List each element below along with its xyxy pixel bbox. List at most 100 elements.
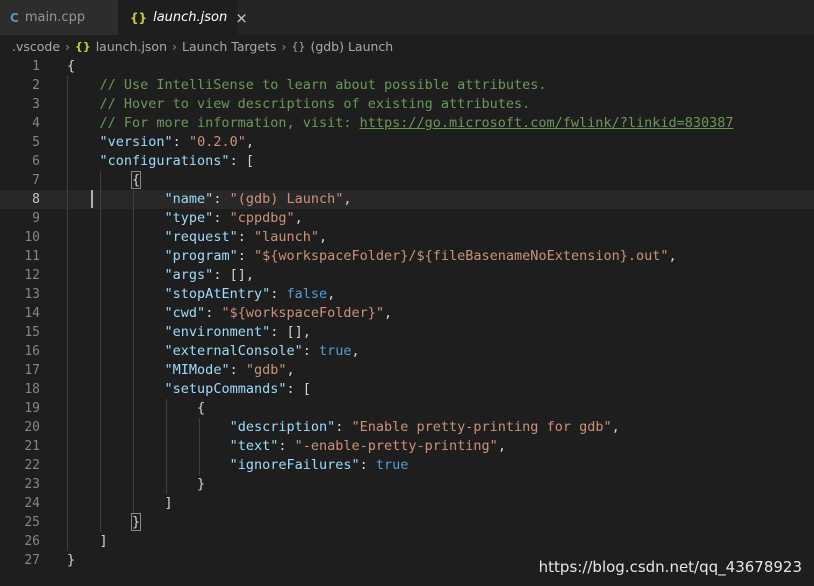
string-value: "gdb": [245, 362, 287, 378]
line-number: 6: [32, 154, 40, 169]
punctuation: :: [237, 248, 254, 264]
json-key: "version": [99, 134, 173, 150]
code-line[interactable]: 25 }: [0, 513, 814, 532]
boolean-value: true: [375, 457, 409, 473]
code-line[interactable]: 6 "configurations": [: [0, 152, 814, 171]
punctuation: [67, 191, 165, 207]
code-line[interactable]: 1{: [0, 57, 814, 76]
code-text: ]: [67, 532, 108, 551]
code-line[interactable]: 5 "version": "0.2.0",: [0, 133, 814, 152]
line-number: 7: [32, 173, 40, 188]
code-line[interactable]: 2 // Use IntelliSense to learn about pos…: [0, 76, 814, 95]
code-line[interactable]: 7 {: [0, 171, 814, 190]
code-line[interactable]: 13 "stopAtEntry": false,: [0, 285, 814, 304]
code-line[interactable]: 18 "setupCommands": [: [0, 380, 814, 399]
code-text: // For more information, visit: https://…: [67, 114, 734, 133]
code-line[interactable]: 14 "cwd": "${workspaceFolder}",: [0, 304, 814, 323]
code-text: "description": "Enable pretty-printing f…: [67, 418, 620, 437]
json-key: "text": [229, 438, 279, 454]
json-key: "externalConsole": [164, 343, 303, 359]
link[interactable]: https://go.microsoft.com/fwlink/?linkid=…: [360, 115, 734, 131]
code-text: "version": "0.2.0",: [67, 133, 254, 152]
punctuation: :: [359, 457, 376, 473]
indent-guide: [166, 399, 167, 494]
code-line[interactable]: 3 // Hover to view descriptions of exist…: [0, 95, 814, 114]
string-value: "${workspaceFolder}": [221, 305, 385, 321]
line-number: 2: [32, 78, 40, 93]
json-key: "environment": [164, 324, 271, 340]
code-line[interactable]: 17 "MIMode": "gdb",: [0, 361, 814, 380]
code-line[interactable]: 22 "ignoreFailures": true: [0, 456, 814, 475]
breadcrumb-file[interactable]: launch.json: [96, 39, 167, 54]
text-cursor: [91, 190, 93, 208]
indent-guide: [67, 76, 68, 551]
breadcrumb-section[interactable]: Launch Targets: [182, 39, 276, 54]
string-value: "launch": [253, 229, 319, 245]
json-key: "stopAtEntry": [164, 286, 271, 302]
code-text: "stopAtEntry": false,: [67, 285, 336, 304]
code-text: {: [67, 171, 142, 190]
punctuation: [67, 457, 230, 473]
punctuation: [67, 267, 165, 283]
boolean-value: true: [318, 343, 352, 359]
code-text: "configurations": [: [67, 152, 254, 171]
json-key: "type": [164, 210, 214, 226]
line-number: 24: [24, 496, 40, 511]
code-line[interactable]: 15 "environment": [],: [0, 323, 814, 342]
code-text: "name": "(gdb) Launch",: [67, 190, 352, 209]
punctuation: ,: [497, 438, 506, 454]
code-line[interactable]: 23 }: [0, 475, 814, 494]
code-line[interactable]: 4 // For more information, visit: https:…: [0, 114, 814, 133]
json-key: "args": [164, 267, 214, 283]
punctuation: ,: [327, 286, 336, 302]
tab-main-cpp[interactable]: C main.cpp: [0, 0, 118, 35]
code-line[interactable]: 9 "type": "cppdbg",: [0, 209, 814, 228]
line-number: 23: [24, 477, 40, 492]
indent-guide: [199, 418, 200, 475]
code-text: "type": "cppdbg",: [67, 209, 303, 228]
close-icon[interactable]: ×: [235, 9, 248, 27]
chevron-right-icon: ›: [172, 38, 178, 54]
code-editor[interactable]: 27} 26 ] 25 } 24 ] 23 } 22 "ignoreFailures": …: [0, 57, 814, 586]
cpp-file-icon: C: [10, 10, 19, 25]
code-text: ]: [67, 494, 173, 513]
line-number: 19: [24, 401, 40, 416]
code-line[interactable]: 8 "name": "(gdb) Launch",: [0, 190, 814, 209]
punctuation: [67, 210, 165, 226]
code-text: "program": "${workspaceFolder}/${fileBas…: [67, 247, 677, 266]
code-line[interactable]: 24 ]: [0, 494, 814, 513]
code-text: }: [67, 475, 205, 494]
line-number: 16: [24, 344, 40, 359]
json-key: "program": [164, 248, 238, 264]
breadcrumb-symbol[interactable]: (gdb) Launch: [310, 39, 393, 54]
json-key: "setupCommands": [164, 381, 287, 397]
code-text: "ignoreFailures": true: [67, 456, 409, 475]
code-line[interactable]: 12 "args": [],: [0, 266, 814, 285]
punctuation: [67, 305, 165, 321]
punctuation: [67, 229, 165, 245]
json-file-icon: {}: [75, 39, 91, 53]
breadcrumb-folder[interactable]: .vscode: [12, 39, 60, 54]
punctuation: :: [229, 362, 246, 378]
punctuation: :: [205, 305, 222, 321]
punctuation: :: [237, 229, 254, 245]
code-line[interactable]: 19 {: [0, 399, 814, 418]
line-number: 11: [24, 249, 40, 264]
punctuation: [67, 419, 230, 435]
json-key: "cwd": [164, 305, 206, 321]
code-text: // Hover to view descriptions of existin…: [67, 95, 531, 114]
line-number: 26: [24, 534, 40, 549]
punctuation: }: [67, 552, 76, 568]
code-line[interactable]: 21 "text": "-enable-pretty-printing",: [0, 437, 814, 456]
code-line[interactable]: 20 "description": "Enable pretty-printin…: [0, 418, 814, 437]
code-line[interactable]: 10 "request": "launch",: [0, 228, 814, 247]
json-key: "request": [164, 229, 238, 245]
punctuation: [67, 343, 165, 359]
code-line[interactable]: 11 "program": "${workspaceFolder}/${file…: [0, 247, 814, 266]
tab-launch-json[interactable]: {} launch.json ×: [118, 0, 248, 35]
code-text: "MIMode": "gdb",: [67, 361, 295, 380]
code-line[interactable]: 16 "externalConsole": true,: [0, 342, 814, 361]
punctuation: :: [213, 210, 230, 226]
punctuation: ,: [319, 229, 328, 245]
code-line[interactable]: 26 ]: [0, 532, 814, 551]
